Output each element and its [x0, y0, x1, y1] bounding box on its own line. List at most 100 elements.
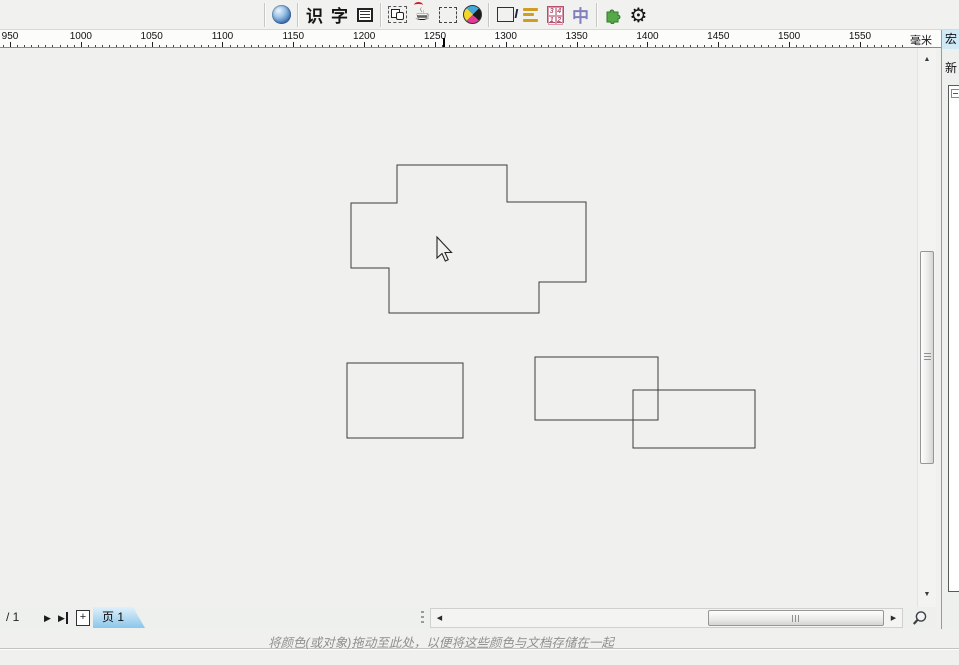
marquee-select-button[interactable]	[435, 2, 460, 27]
ruler-minor-tick	[315, 45, 316, 47]
vertical-scroll-thumb[interactable]	[920, 251, 934, 464]
scroll-down-button[interactable]: ▼	[918, 586, 936, 602]
panel-new-button[interactable]: 新	[945, 59, 959, 76]
ruler-minor-tick	[633, 45, 634, 47]
ruler-minor-tick	[279, 45, 280, 47]
ruler-minor-tick	[322, 45, 323, 47]
ruler-minor-tick	[541, 45, 542, 47]
options-gear-button[interactable]: ⚙	[626, 2, 651, 27]
ruler-minor-tick	[208, 45, 209, 47]
ruler-minor-tick	[562, 45, 563, 47]
ruler-minor-tick	[456, 45, 457, 47]
toolbar-separator	[297, 3, 299, 27]
color-wheel-button[interactable]	[460, 2, 485, 27]
ruler-minor-tick	[24, 45, 25, 47]
ruler-minor-tick	[45, 45, 46, 47]
macro-tree-view[interactable]	[948, 85, 959, 592]
ruler-minor-tick	[407, 45, 408, 47]
center-align-button[interactable]: 中	[568, 2, 593, 27]
ruler-minor-tick	[761, 45, 762, 47]
vertical-scrollbar[interactable]: ▲ ▼	[917, 48, 936, 607]
toolbar-separator	[380, 3, 382, 27]
coffee-break-button[interactable]: ☕	[410, 2, 435, 27]
zoom-tool-button[interactable]	[906, 607, 932, 629]
ruler-minor-tick	[796, 45, 797, 47]
next-page-button[interactable]: ▶	[44, 612, 51, 624]
ruler-minor-tick	[817, 45, 818, 47]
ruler-minor-tick	[428, 45, 429, 47]
ruler-minor-tick	[38, 45, 39, 47]
tabbar-splitter-handle[interactable]	[421, 611, 424, 626]
toolbar: 识 字 ☕ 3412 中 ⚙	[0, 0, 959, 30]
horizontal-ruler[interactable]: 毫米 9501000105011001150120012501300135014…	[0, 30, 941, 48]
ruler-minor-tick	[350, 45, 351, 47]
ruler-minor-tick	[485, 45, 486, 47]
ruler-minor-tick	[803, 45, 804, 47]
ruler-minor-tick	[244, 45, 245, 47]
toolbar-empty-space	[0, 0, 261, 29]
add-page-button[interactable]: +	[76, 610, 90, 626]
ruler-minor-tick	[371, 45, 372, 47]
tree-expand-icon[interactable]	[951, 89, 959, 98]
ocr-character-button[interactable]: 字	[327, 2, 352, 27]
ruler-minor-tick	[534, 45, 535, 47]
ruler-major-tick	[10, 42, 11, 47]
ocr-recognize-button[interactable]: 识	[302, 2, 327, 27]
scroll-right-button[interactable]: ▶	[886, 609, 901, 627]
drawing-canvas[interactable]	[0, 48, 917, 607]
ruler-minor-tick	[180, 45, 181, 47]
ruler-number: 1550	[849, 31, 871, 42]
ruler-minor-tick	[470, 45, 471, 47]
ruler-minor-tick	[272, 45, 273, 47]
form-list-button[interactable]	[352, 2, 377, 27]
ruler-minor-tick	[881, 45, 882, 47]
globe-icon	[272, 5, 291, 24]
bottom-strip	[0, 649, 959, 665]
ruler-minor-tick	[215, 45, 216, 47]
page-numbering-icon: 3412	[547, 6, 564, 23]
pick-objects-button[interactable]	[385, 2, 410, 27]
ruler-major-tick	[577, 42, 578, 47]
ruler-number: 1100	[212, 31, 234, 42]
ruler-major-tick	[293, 42, 294, 47]
horizontal-scrollbar[interactable]: ◀ ▶	[430, 608, 903, 628]
ruler-minor-tick	[513, 45, 514, 47]
page-numbering-button[interactable]: 3412	[543, 2, 568, 27]
ruler-major-tick	[435, 42, 436, 47]
ruler-major-tick	[789, 42, 790, 47]
color-wheel-icon	[459, 1, 486, 28]
ruler-minor-tick	[683, 45, 684, 47]
ruler-minor-tick	[230, 45, 231, 47]
dimension-button[interactable]	[493, 2, 518, 27]
scroll-left-button[interactable]: ◀	[432, 609, 447, 627]
ruler-major-tick	[222, 42, 223, 47]
scroll-up-button[interactable]: ▲	[918, 51, 936, 67]
ruler-minor-tick	[237, 45, 238, 47]
horizontal-scroll-thumb[interactable]	[708, 610, 884, 626]
ruler-minor-tick	[400, 45, 401, 47]
ruler-minor-tick	[690, 45, 691, 47]
ruler-major-tick	[152, 42, 153, 47]
align-list-icon	[523, 8, 538, 22]
ruler-minor-tick	[109, 45, 110, 47]
align-list-button[interactable]	[518, 2, 543, 27]
ruler-minor-tick	[697, 45, 698, 47]
ruler-number: 950	[2, 31, 19, 42]
ruler-minor-tick	[499, 45, 500, 47]
ruler-number: 1200	[353, 31, 375, 42]
launcher-globe-button[interactable]	[269, 2, 294, 27]
last-page-button[interactable]: ▶	[58, 612, 68, 624]
ruler-minor-tick	[116, 45, 117, 47]
ruler-minor-tick	[145, 45, 146, 47]
ruler-minor-tick	[60, 45, 61, 47]
page-tab-1[interactable]: 页 1	[93, 607, 145, 628]
ruler-major-tick	[81, 42, 82, 47]
status-bar: 将颜色(或对象)拖动至此处，以便将这些颜色与文档存储在一起	[0, 629, 959, 649]
ruler-minor-tick	[173, 45, 174, 47]
ruler-minor-tick	[591, 45, 592, 47]
marquee-icon	[439, 7, 457, 23]
ruler-minor-tick	[853, 45, 854, 47]
macro-puzzle-button[interactable]	[601, 2, 626, 27]
ruler-minor-tick	[492, 45, 493, 47]
magnifier-icon	[911, 610, 928, 627]
